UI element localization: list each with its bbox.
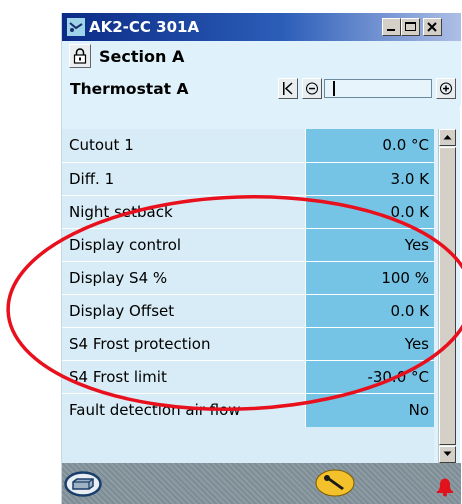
param-value[interactable]: Yes	[305, 328, 434, 361]
first-button[interactable]	[278, 78, 298, 99]
param-label: Fault detection air flow	[69, 401, 241, 419]
title-bar[interactable]: AK2-CC 301A	[62, 13, 461, 41]
thermostat-header: Thermostat A	[62, 73, 461, 105]
minimize-button[interactable]	[382, 18, 401, 36]
param-label: Display S4 %	[69, 269, 168, 287]
vertical-scrollbar[interactable]	[438, 129, 456, 463]
param-value[interactable]: No	[305, 394, 434, 427]
param-value[interactable]: 0.0 °C	[305, 129, 434, 162]
param-value[interactable]: -30.0 °C	[305, 361, 434, 394]
param-row-fault-detection-air-flow[interactable]: Fault detection air flow No	[62, 393, 434, 427]
thermostat-slider[interactable]	[324, 79, 432, 98]
display-case-icon[interactable]	[64, 471, 102, 501]
app-icon	[67, 18, 85, 36]
param-label: Diff. 1	[69, 170, 115, 188]
param-row-cutout-1[interactable]: Cutout 1 0.0 °C	[62, 129, 434, 162]
lock-button[interactable]	[69, 44, 91, 68]
scroll-down-button[interactable]	[439, 446, 456, 463]
app-window: AK2-CC 301A Section A Thermostat A Cutou…	[61, 13, 461, 504]
maximize-button[interactable]	[401, 18, 420, 36]
previous-button[interactable]	[302, 78, 322, 99]
param-row-night-setback[interactable]: Night setback 0.0 K	[62, 195, 434, 229]
close-button[interactable]	[423, 18, 442, 36]
window-title: AK2-CC 301A	[89, 18, 200, 36]
param-label: Display control	[69, 236, 182, 254]
scroll-thumb[interactable]	[439, 147, 456, 445]
next-button[interactable]	[436, 78, 456, 99]
param-row-display-offset[interactable]: Display Offset 0.0 K	[62, 294, 434, 328]
param-row-s4-frost-limit[interactable]: S4 Frost limit -30.0 °C	[62, 360, 434, 394]
param-value[interactable]: 100 %	[305, 262, 434, 295]
alarm-bell-icon[interactable]	[434, 475, 456, 501]
param-label: S4 Frost protection	[69, 335, 211, 353]
param-value[interactable]: 3.0 K	[305, 163, 434, 196]
scroll-up-button[interactable]	[439, 129, 456, 146]
param-label: Display Offset	[69, 302, 175, 320]
param-value[interactable]: 0.0 K	[305, 196, 434, 229]
param-row-display-control[interactable]: Display control Yes	[62, 228, 434, 262]
wrench-icon[interactable]	[315, 469, 355, 501]
section-header: Section A	[62, 41, 461, 73]
section-title: Section A	[99, 47, 185, 66]
param-row-diff-1[interactable]: Diff. 1 3.0 K	[62, 162, 434, 196]
param-value[interactable]: Yes	[305, 229, 434, 262]
param-label: Night setback	[69, 203, 173, 221]
param-row-display-s4[interactable]: Display S4 % 100 %	[62, 261, 434, 295]
param-value[interactable]: 0.0 K	[305, 295, 434, 328]
parameter-list: Cutout 1 0.0 °C Diff. 1 3.0 K Night setb…	[62, 129, 434, 463]
param-label: S4 Frost limit	[69, 368, 167, 386]
thermostat-title: Thermostat A	[70, 80, 189, 98]
param-label: Cutout 1	[69, 136, 134, 154]
param-row-s4-frost-protection[interactable]: S4 Frost protection Yes	[62, 327, 434, 361]
bottom-toolbar	[62, 463, 461, 504]
slider-thumb[interactable]	[333, 81, 335, 96]
